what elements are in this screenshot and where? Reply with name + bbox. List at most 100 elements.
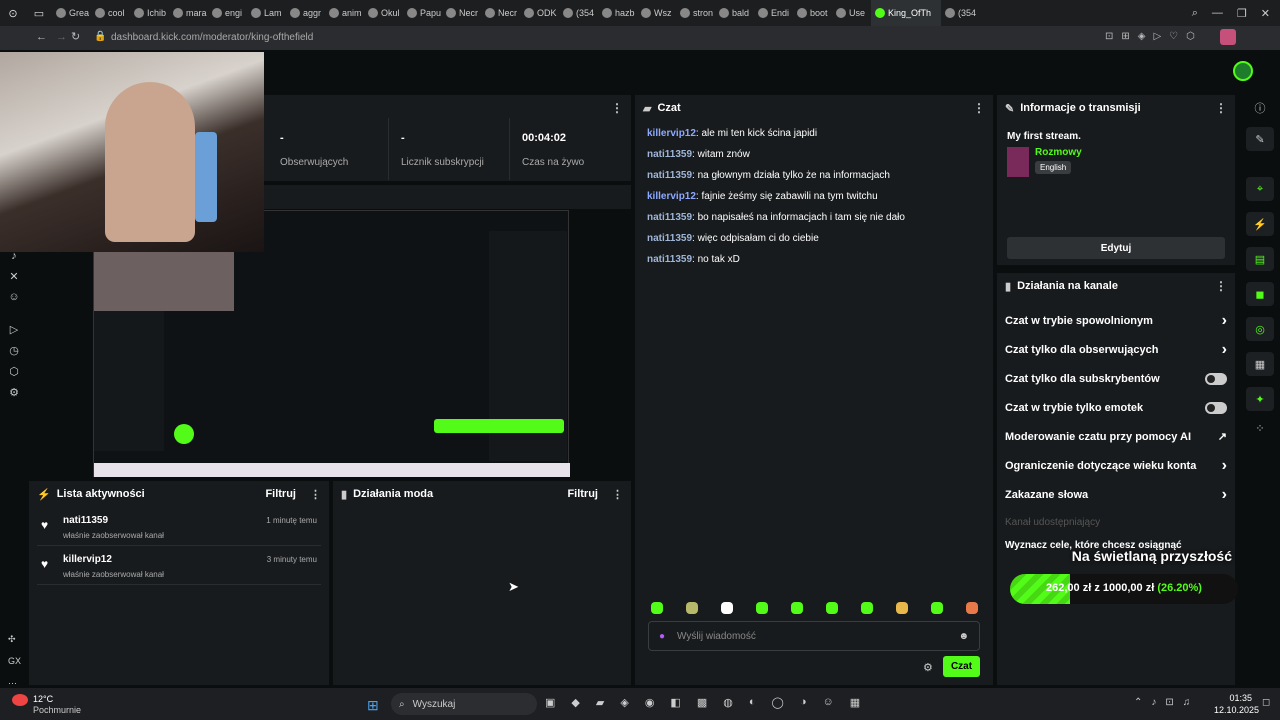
chat-username[interactable]: nati11359 <box>647 233 692 244</box>
stats-menu-icon[interactable]: ⋮ <box>611 101 623 115</box>
browser-tab[interactable]: Endi <box>754 0 793 26</box>
emote-icon[interactable] <box>966 602 978 614</box>
mod-menu-icon[interactable]: ⋮ <box>612 488 623 501</box>
browser-tab[interactable]: boot <box>793 0 832 26</box>
chevron-right-icon[interactable]: › <box>1222 312 1227 330</box>
apps-icon[interactable]: ⁘ <box>1255 422 1264 435</box>
channel-setting-row[interactable]: Czat w trybie spowolnionym › <box>997 306 1235 335</box>
opera-gx-icon[interactable]: ◯ <box>772 696 784 709</box>
url-field[interactable]: dashboard.kick.com/moderator/king-ofthef… <box>111 32 313 43</box>
browser-tab[interactable]: hazb <box>598 0 637 26</box>
windows-start-icon[interactable]: ⊞ <box>367 697 379 714</box>
emote-icon[interactable] <box>756 602 768 614</box>
chevron-right-icon[interactable]: › <box>1222 341 1227 359</box>
chat-username[interactable]: killervip12 <box>647 191 696 202</box>
activity-filter-button[interactable]: Filtruj <box>265 488 296 500</box>
emote-icon[interactable] <box>896 602 908 614</box>
browser-tab[interactable]: Use <box>832 0 871 26</box>
app-icon[interactable]: ◈ <box>620 696 628 709</box>
folder-icon[interactable]: ▰ <box>596 696 604 709</box>
browser-tab[interactable]: Grea <box>52 0 91 26</box>
send-chat-button[interactable]: Czat <box>943 656 980 677</box>
browser-tab[interactable]: anim <box>325 0 364 26</box>
channel-setting-row[interactable]: Czat tylko dla subskrybentów <box>997 364 1235 393</box>
browser-tab[interactable]: aggr <box>286 0 325 26</box>
history-icon[interactable]: ◷ <box>9 344 19 357</box>
toggle-switch[interactable] <box>1205 401 1227 414</box>
category-link[interactable]: Rozmowy <box>1035 147 1082 158</box>
browser-logo-icon[interactable]: ⊙ <box>0 1 26 25</box>
notification-icon[interactable]: ◻ <box>1262 697 1270 708</box>
app-icon[interactable]: ◧ <box>670 696 680 709</box>
back-icon[interactable]: ← <box>36 31 47 43</box>
activity-user[interactable]: killervip12 <box>63 554 112 565</box>
steam-icon[interactable]: ◉ <box>645 696 655 709</box>
app-icon[interactable]: ▩ <box>697 696 707 709</box>
emote-icon[interactable] <box>791 602 803 614</box>
channel-setting-row[interactable]: Moderowanie czatu przy pomocy AI ↗ <box>997 422 1235 451</box>
external-link-icon[interactable]: ↗ <box>1218 430 1227 443</box>
emote-icon[interactable] <box>826 602 838 614</box>
channel-setting-row[interactable]: Czat w trybie tylko emotek <box>997 393 1235 422</box>
weather-icon[interactable] <box>12 694 28 706</box>
app-icon[interactable]: ◑ <box>800 696 807 709</box>
chat-bubble-icon[interactable]: ◼ <box>1246 282 1274 306</box>
activity-user[interactable]: nati11359 <box>63 515 108 526</box>
chat-username[interactable]: nati11359 <box>647 212 692 223</box>
browser-tab[interactable]: Lam <box>247 0 286 26</box>
chat-username[interactable]: nati11359 <box>647 149 692 160</box>
search-tabs-icon[interactable]: ⌕ <box>1192 7 1198 20</box>
minimize-icon[interactable]: — <box>1212 7 1223 20</box>
discord-icon[interactable]: ☺ <box>822 696 833 709</box>
maximize-icon[interactable]: ❐ <box>1237 7 1247 20</box>
browser-tab[interactable]: ODK <box>520 0 559 26</box>
emote-icon[interactable] <box>686 602 698 614</box>
browser-tab[interactable]: bald <box>715 0 754 26</box>
layout-icon[interactable]: ▦ <box>1246 352 1274 376</box>
wrench-icon[interactable]: ✦ <box>1246 387 1274 411</box>
channel-setting-row[interactable]: Ograniczenie dotyczące wieku konta › <box>997 451 1235 480</box>
stream-info-menu-icon[interactable]: ⋮ <box>1215 101 1227 115</box>
pin-icon[interactable]: ✣ <box>8 628 21 650</box>
channel-setting-row[interactable]: Czat tylko dla obserwujących › <box>997 335 1235 364</box>
app-icon[interactable]: ◍ <box>723 696 733 709</box>
tray-icons[interactable]: ⌃♪⊡♫ <box>1134 697 1199 708</box>
broadcast-icon[interactable]: ◎ <box>1246 317 1274 341</box>
chat-settings-icon[interactable]: ⚙ <box>923 661 933 674</box>
browser-tab[interactable]: Necr <box>481 0 520 26</box>
browser-tab[interactable]: Papu <box>403 0 442 26</box>
emote-icon[interactable] <box>861 602 873 614</box>
chat-menu-icon[interactable]: ⋮ <box>973 101 985 115</box>
browser-tab[interactable]: cool <box>91 0 130 26</box>
info-icon[interactable]: ⓘ <box>1255 100 1266 116</box>
browser-tab[interactable]: Wsz <box>637 0 676 26</box>
browser-tab[interactable]: Okul <box>364 0 403 26</box>
chat-username[interactable]: nati11359 <box>647 170 692 181</box>
forward-icon[interactable]: → <box>56 31 67 43</box>
taskbar-search[interactable]: ⌕ Wyszukaj <box>391 693 537 715</box>
chevron-right-icon[interactable]: › <box>1222 486 1227 504</box>
settings-icon[interactable]: ⚙ <box>9 386 19 399</box>
emote-icon[interactable] <box>651 602 663 614</box>
chat-username[interactable]: killervip12 <box>647 128 696 139</box>
browser-tab[interactable]: Ichib <box>130 0 169 26</box>
emote-icon[interactable] <box>721 602 733 614</box>
browser-tab[interactable]: stron <box>676 0 715 26</box>
app-icon[interactable]: ◐ <box>749 696 756 709</box>
browser-tab[interactable]: (354 <box>941 0 980 26</box>
chevron-right-icon[interactable]: › <box>1222 457 1227 475</box>
target-icon[interactable]: ⌖ <box>1246 177 1274 201</box>
profile-avatar[interactable] <box>1220 29 1236 45</box>
toolbar-icons[interactable]: ⊡⊞◈▷♡⬡ <box>1105 31 1203 42</box>
chat-username[interactable]: nati11359 <box>647 254 692 265</box>
emote-icon[interactable] <box>931 602 943 614</box>
toggle-switch[interactable] <box>1205 372 1227 385</box>
reload-icon[interactable]: ↻ <box>71 30 80 43</box>
discord-icon[interactable]: ☺ <box>8 291 19 303</box>
browser-tab[interactable]: (354 <box>559 0 598 26</box>
browser-tab[interactable]: Necr <box>442 0 481 26</box>
emoji-icon[interactable]: ☻ <box>958 631 969 642</box>
browser-tab[interactable]: King_OfTh <box>871 0 941 26</box>
channel-menu-icon[interactable]: ⋮ <box>1215 279 1227 293</box>
tab-overview-icon[interactable]: ▭ <box>26 1 52 25</box>
